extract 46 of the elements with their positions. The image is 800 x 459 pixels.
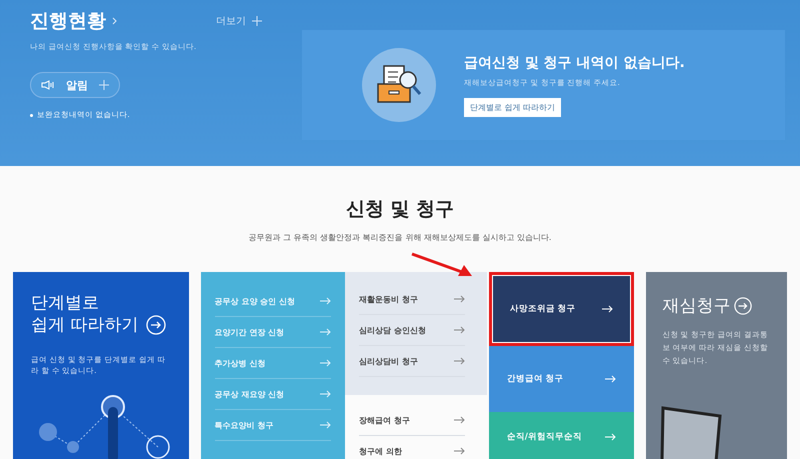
menu-item[interactable]: 청구에 의한 <box>359 436 465 459</box>
menu-item[interactable]: 추가상병 신청 <box>214 348 332 379</box>
menu-item[interactable]: 공무상 요양 승인 신청 <box>214 286 332 317</box>
annotation-arrow <box>410 252 474 278</box>
arrow-right-icon <box>454 416 465 424</box>
plus-icon <box>99 80 109 90</box>
arrow-right-icon <box>320 328 332 336</box>
section-description: 공무원과 그 유족의 생활안정과 복리증진을 위해 재해보상제도를 실시하고 있습니다. <box>248 232 552 243</box>
menu-item[interactable]: 심리상담 승인신청 <box>359 315 465 346</box>
menu-item[interactable]: 요양기간 연장 신청 <box>214 317 332 348</box>
arrow-right-icon <box>454 295 465 303</box>
guide-title: 단계별로 <box>31 292 100 314</box>
speaker-icon <box>41 80 55 90</box>
guide-title: 쉽게 따라하기 <box>31 314 138 336</box>
arrow-right-icon <box>454 357 465 365</box>
arrow-right-icon <box>454 326 465 334</box>
arrow-right-icon <box>605 375 616 383</box>
section-heading: 신청 및 청구 <box>346 197 454 222</box>
menu-tile[interactable]: 간병급여 청구 <box>488 346 634 412</box>
arrow-circle-icon <box>146 315 166 336</box>
arrow-right-icon <box>320 297 332 305</box>
menu-tile[interactable]: 순직/위험직무순직 <box>488 412 634 459</box>
arrow-right-icon <box>454 447 465 455</box>
menu-item[interactable]: 특수요양비 청구 <box>214 410 332 441</box>
arrow-right-icon <box>605 433 616 441</box>
review-title: 재심청구 <box>662 295 730 317</box>
menu-item[interactable]: 재활운동비 청구 <box>359 284 465 315</box>
more-link[interactable]: 더보기 <box>216 14 262 28</box>
arrow-right-icon <box>320 390 332 398</box>
bullet-icon <box>30 114 33 116</box>
empty-title: 급여신청 및 청구 내역이 없습니다. <box>464 54 685 72</box>
menu-item[interactable]: 공무상 재요양 신청 <box>214 379 332 410</box>
section-title[interactable]: 진행현황 <box>30 8 106 34</box>
menu-item[interactable]: 장해급여 청구 <box>359 405 465 436</box>
arrow-circle-icon <box>734 296 752 314</box>
drawer-search-icon <box>362 48 436 122</box>
arrow-right-icon <box>320 359 332 367</box>
menu-item[interactable]: 심리상담비 청구 <box>359 346 465 377</box>
guide-button[interactable]: 단계별로 쉽게 따라하기 <box>464 98 562 116</box>
alarm-button[interactable]: 알림 <box>30 72 120 98</box>
plus-icon <box>252 16 262 26</box>
chevron-right-icon <box>112 17 117 25</box>
laptop-drawing <box>660 406 722 459</box>
arrow-right-icon <box>320 421 332 429</box>
arrow-right-icon <box>602 305 614 313</box>
menu-tile[interactable]: 사망조위금 청구 <box>488 272 634 346</box>
